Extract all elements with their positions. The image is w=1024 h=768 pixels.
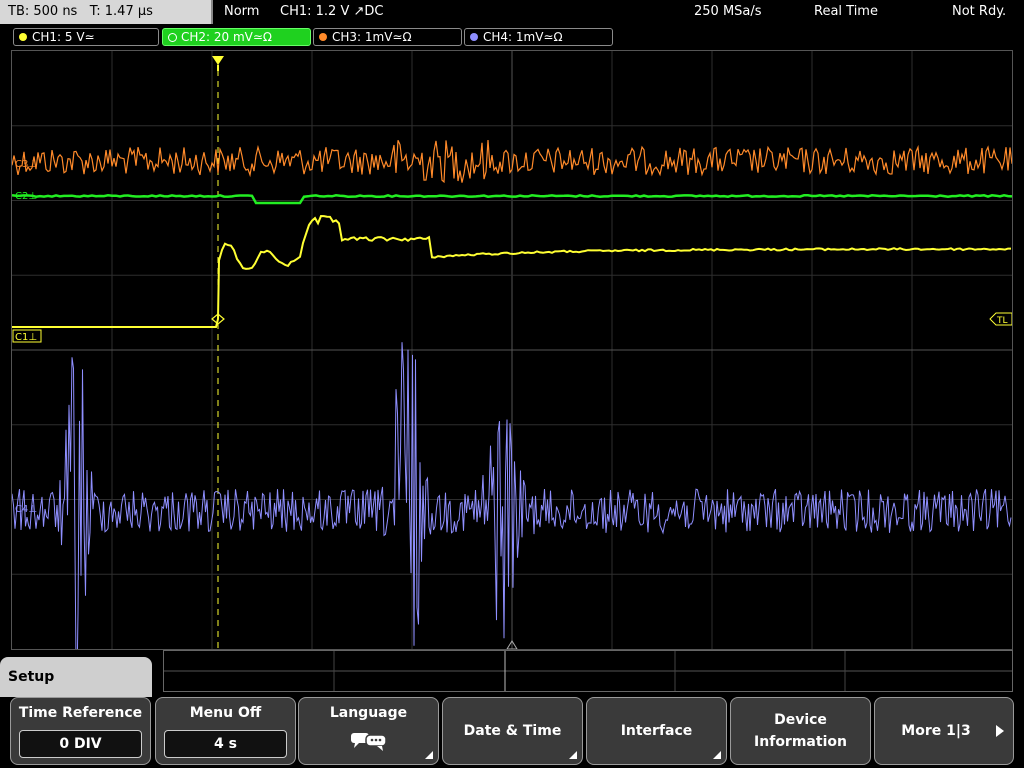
- language-label: Language: [329, 705, 408, 721]
- zoom-strip: [163, 650, 1013, 692]
- timebase-box[interactable]: TB: 500 ns T: 1.47 µs: [0, 0, 213, 24]
- trigger-level-marker[interactable]: TL: [996, 316, 1008, 326]
- interface-label: Interface: [620, 723, 693, 739]
- time-reference-value: 0 DIV: [19, 730, 142, 758]
- sample-rate: 250 MSa/s: [694, 4, 762, 19]
- channel-3-dot-icon: [319, 33, 327, 41]
- menu-title: Setup: [8, 669, 55, 685]
- device-label: Device: [774, 712, 827, 728]
- time-reference-button[interactable]: Time Reference 0 DIV: [10, 697, 151, 765]
- menu-off-value: 4 s: [164, 730, 287, 758]
- trigger-position-icon[interactable]: [212, 56, 224, 65]
- channel-4-text: CH4: 1mV≃Ω: [483, 30, 563, 44]
- time-reference-label: Time Reference: [18, 705, 143, 721]
- ch4-ground-marker[interactable]: C4⊥: [15, 504, 37, 515]
- channel-1-text: CH1: 5 V≃: [32, 30, 95, 44]
- channel-4-dot-icon: [470, 33, 478, 41]
- chat-bubbles-icon: [351, 733, 387, 751]
- language-button[interactable]: Language: [298, 697, 439, 765]
- ch2-ground-marker[interactable]: C2⊥: [15, 191, 37, 202]
- acquisition-state: Not Rdy.: [952, 4, 1007, 19]
- timebase-value: TB: 500 ns: [8, 4, 78, 19]
- more-button[interactable]: More 1|3: [874, 697, 1014, 765]
- information-label: Information: [754, 734, 847, 750]
- submenu-indicator-icon: [713, 751, 721, 759]
- menu-off-button[interactable]: Menu Off 4 s: [155, 697, 296, 765]
- menu-title-tab: Setup: [0, 657, 152, 697]
- channel-1-dot-icon: [19, 33, 27, 41]
- trigger-time-value: T: 1.47 µs: [89, 4, 153, 19]
- trigger-mode[interactable]: Norm: [224, 0, 259, 24]
- ch1-ground-marker[interactable]: C1⊥: [15, 332, 37, 343]
- interface-button[interactable]: Interface: [586, 697, 727, 765]
- channel-4-label[interactable]: CH4: 1mV≃Ω: [464, 28, 613, 46]
- arrow-right-icon: [996, 725, 1004, 737]
- submenu-indicator-icon: [425, 751, 433, 759]
- ch3-ground-marker[interactable]: C3⊥: [15, 159, 37, 170]
- date-time-label: Date & Time: [463, 723, 562, 739]
- status-bar: TB: 500 ns T: 1.47 µs Norm CH1: 1.2 V ↗D…: [0, 0, 1024, 24]
- menu-off-label: Menu Off: [189, 705, 262, 721]
- acquisition-mode: Real Time: [814, 4, 878, 19]
- channel-2-text: CH2: 20 mV≃Ω: [181, 30, 273, 44]
- waveform-display[interactable]: C1⊥ C3⊥ C2⊥ C4⊥ TL: [11, 50, 1013, 650]
- graticule: [12, 51, 1012, 649]
- more-label: More 1|3: [901, 723, 971, 739]
- channel-1-label[interactable]: CH1: 5 V≃: [13, 28, 159, 46]
- channel-2-dot-icon: [168, 33, 177, 42]
- channel-3-label[interactable]: CH3: 1mV≃Ω: [313, 28, 462, 46]
- submenu-indicator-icon: [569, 751, 577, 759]
- channel-2-label[interactable]: CH2: 20 mV≃Ω: [162, 28, 311, 46]
- device-information-button[interactable]: Device Information: [730, 697, 871, 765]
- trigger-setting[interactable]: CH1: 1.2 V ↗DC: [280, 0, 383, 24]
- date-time-button[interactable]: Date & Time: [442, 697, 583, 765]
- channel-3-text: CH3: 1mV≃Ω: [332, 30, 412, 44]
